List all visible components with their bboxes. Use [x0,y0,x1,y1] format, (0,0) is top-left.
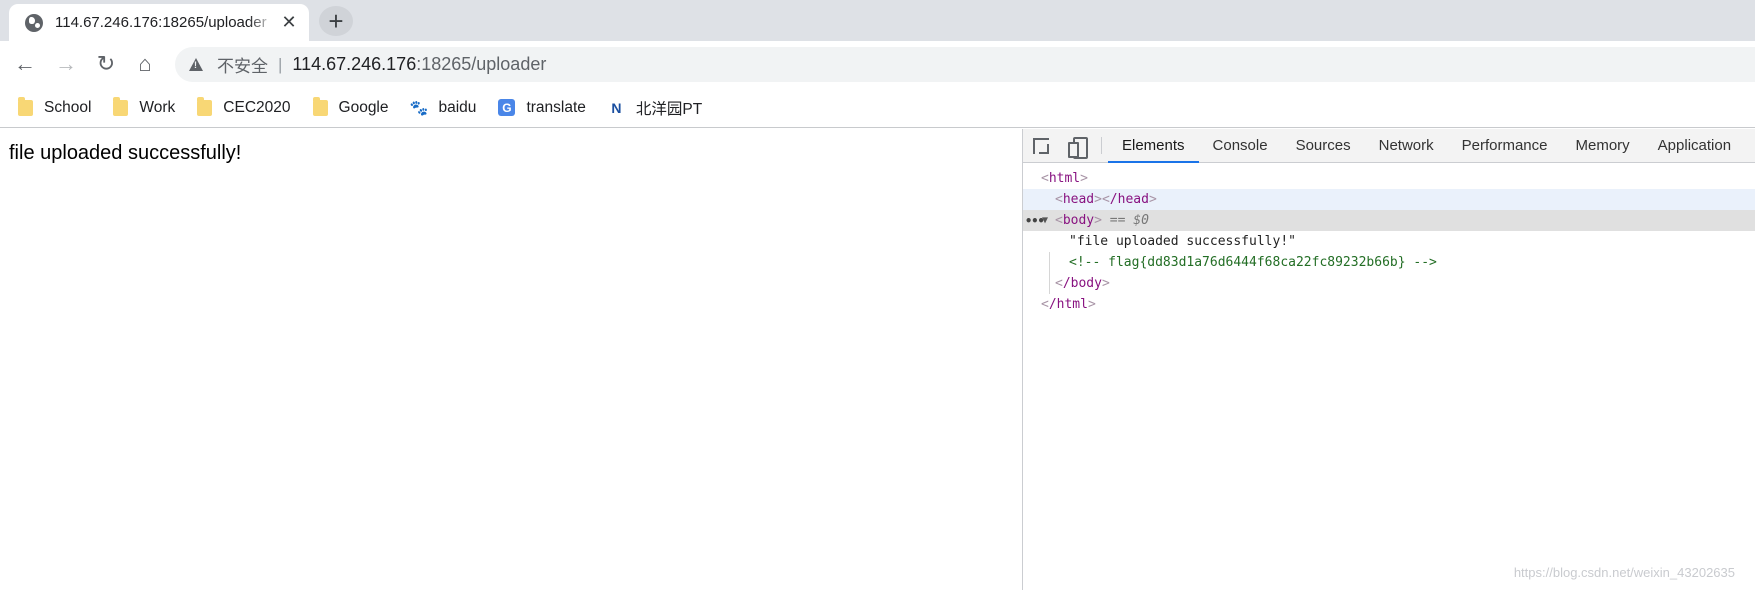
close-tab-icon[interactable]: ✕ [279,12,299,33]
folder-icon [18,96,33,116]
tag-html: html [1048,171,1081,186]
dom-node-head[interactable]: < head ></head > [1023,189,1755,210]
globe-icon [25,13,43,32]
new-tab-button[interactable]: + [319,6,353,36]
comment-node: <!-- flag{dd83d1a76d6444f68ca22fc89232b6… [1069,255,1437,270]
folder-icon [312,96,328,116]
page-viewport: file uploaded successfully! [0,129,1022,590]
back-button[interactable]: ← [10,49,40,79]
bookmark-translate[interactable]: G translate [498,98,586,117]
dom-tree: < html > < head ></head > ••• ▼ < body > == $0 … [1023,163,1755,315]
inspect-element-button[interactable] [1023,129,1059,162]
dom-node-body[interactable]: ••• ▼ < body > == $0 [1023,210,1755,231]
bookmark-google[interactable]: Google [312,96,389,117]
tag-body: body [1062,213,1095,228]
forward-button[interactable]: → [51,49,81,79]
translate-icon: G [498,99,516,116]
tab-elements[interactable]: Elements [1108,129,1199,163]
dom-node-body-close[interactable]: </body > [1023,273,1755,294]
device-icon [1068,136,1088,159]
bookmark-label: baidu [438,98,477,116]
page-message: file uploaded successfully! [9,142,242,164]
devtools-tabbar: Elements Console Sources Network Perform… [1023,129,1755,163]
device-toolbar-button[interactable] [1059,129,1095,162]
tab-memory[interactable]: Memory [1562,129,1644,162]
dom-node-comment[interactable]: <!-- flag{dd83d1a76d6444f68ca22fc89232b6… [1023,252,1755,273]
url-separator: | [278,54,283,74]
folder-icon [197,96,213,116]
browser-tab[interactable]: 114.67.246.176:18265/uploader ✕ [9,4,309,41]
bookmark-cec2020[interactable]: CEC2020 [197,96,291,117]
bookmark-school[interactable]: School [18,96,92,117]
tag-body-close: /body [1062,276,1102,291]
folder-icon [113,96,129,116]
dom-node-text[interactable]: "file uploaded successfully!" [1023,231,1755,252]
dom-node-html-close[interactable]: </html > [1023,294,1755,315]
home-button[interactable]: ⌂ [130,49,160,79]
bookmark-label: Work [139,98,176,116]
bookmark-beiyang[interactable]: N 北洋园PT [608,97,702,119]
tag-html-close: /html [1048,297,1088,312]
tab-performance[interactable]: Performance [1448,129,1562,162]
tab-console[interactable]: Console [1199,129,1282,162]
url-host: 114.67.246.176 [292,54,417,74]
devtools-panel: Elements Console Sources Network Perform… [1022,129,1755,590]
tab-title: 114.67.246.176:18265/uploader [55,14,267,31]
inspect-icon [1033,137,1049,154]
bookmark-label: translate [526,98,586,116]
bookmark-label: CEC2020 [223,98,291,116]
security-label[interactable]: 不安全 [217,52,268,77]
baidu-icon: 🐾 [409,99,429,117]
tag-head-close: /head [1109,192,1149,207]
bookmark-label: Google [338,98,389,116]
warning-icon[interactable] [189,58,203,71]
bookmark-work[interactable]: Work [113,96,176,117]
tag-head: head [1062,192,1095,207]
watermark: https://blog.csdn.net/weixin_43202635 [1513,565,1735,580]
dom-node-html[interactable]: < html > [1023,168,1755,189]
bookmark-label: School [44,98,92,116]
address-bar[interactable]: 不安全 | 114.67.246.176:18265/uploader [175,47,1755,82]
browser-toolbar: ← → ↻ ⌂ 不安全 | 114.67.246.176:18265/uploa… [0,41,1755,88]
tab-strip: 114.67.246.176:18265/uploader ✕ + [0,0,1755,41]
bookmark-baidu[interactable]: 🐾 baidu [409,98,477,117]
divider [1101,137,1102,154]
beiyang-icon: N [611,99,622,116]
bookmarks-bar: School Work CEC2020 Google 🐾 baidu G tra… [0,88,1755,128]
text-node: "file uploaded successfully!" [1069,234,1296,249]
tab-sources[interactable]: Sources [1282,129,1365,162]
tab-network[interactable]: Network [1365,129,1448,162]
reload-button[interactable]: ↻ [91,49,121,79]
tab-application[interactable]: Application [1644,129,1745,162]
selected-marker: == $0 [1109,213,1149,228]
url-path: :18265/uploader [416,54,547,74]
more-options-icon[interactable]: ••• [1025,214,1045,228]
expand-arrow-icon[interactable]: ▼ [1042,215,1048,226]
bookmark-label: 北洋园PT [635,100,703,118]
